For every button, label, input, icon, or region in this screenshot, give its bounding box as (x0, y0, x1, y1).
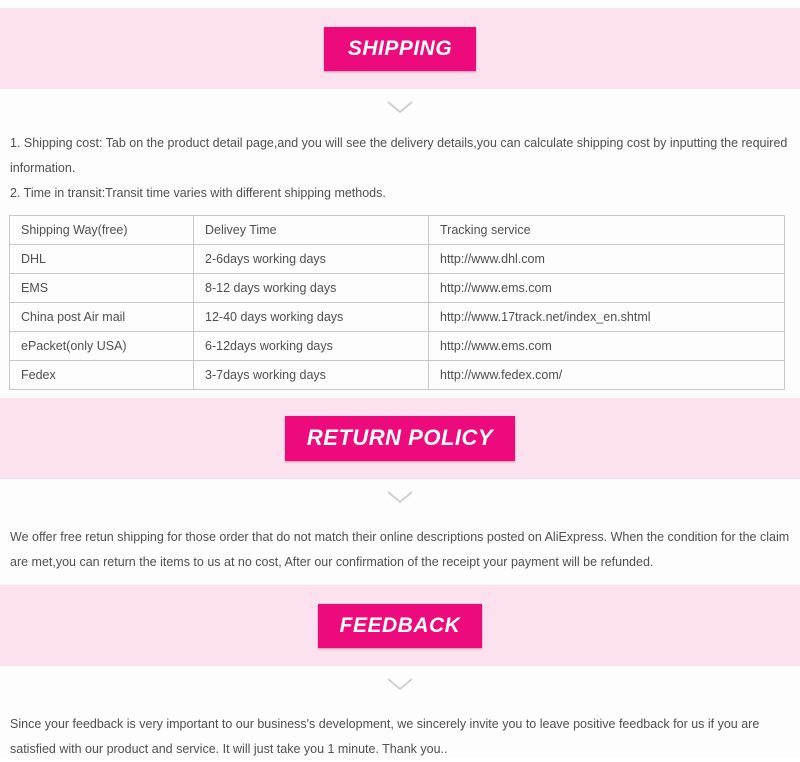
shipping-methods-table: Shipping Way(free) Delivey Time Tracking… (9, 215, 785, 390)
cell-shipping-way: DHL (9, 244, 194, 274)
table-header-row: Shipping Way(free) Delivey Time Tracking… (9, 215, 785, 245)
cell-tracking-link[interactable]: http://www.17track.net/index_en.shtml (428, 302, 785, 332)
table-row: ePacket(only USA) 6-12days working days … (9, 331, 785, 361)
cell-tracking-link[interactable]: http://www.ems.com (428, 331, 785, 361)
column-header-delivery-time: Delivey Time (193, 215, 429, 245)
cell-delivery-time: 3-7days working days (193, 360, 429, 390)
return-policy-paragraph: We offer free retun shipping for those o… (10, 530, 790, 569)
cell-tracking-link[interactable]: http://www.ems.com (428, 273, 785, 303)
cell-shipping-way: China post Air mail (9, 302, 194, 332)
table-row: DHL 2-6days working days http://www.dhl.… (9, 244, 785, 274)
shipping-banner: SHIPPING (0, 8, 800, 89)
cell-delivery-time: 12-40 days working days (193, 302, 429, 332)
cell-delivery-time: 8-12 days working days (193, 273, 429, 303)
table-row: China post Air mail 12-40 days working d… (9, 302, 785, 332)
chevron-down-icon (385, 676, 415, 692)
shipping-text-block: 1. Shipping cost: Tab on the product det… (0, 125, 800, 206)
cell-tracking-link[interactable]: http://www.dhl.com (428, 244, 785, 274)
feedback-banner: FEEDBACK (0, 585, 800, 666)
chevron-down-icon (385, 99, 415, 115)
shipping-badge: SHIPPING (323, 26, 477, 71)
shipping-cost-paragraph: 1. Shipping cost: Tab on the product det… (10, 136, 788, 175)
feedback-paragraph: Since your feedback is very important to… (10, 717, 760, 756)
cell-shipping-way: ePacket(only USA) (9, 331, 194, 361)
cell-delivery-time: 2-6days working days (193, 244, 429, 274)
return-policy-chevron-row (0, 479, 800, 515)
return-policy-text-block: We offer free retun shipping for those o… (0, 515, 800, 575)
cell-delivery-time: 6-12days working days (193, 331, 429, 361)
feedback-text-block: Since your feedback is very important to… (0, 702, 800, 762)
cell-shipping-way: Fedex (9, 360, 194, 390)
shipping-chevron-row (0, 89, 800, 125)
table-row: EMS 8-12 days working days http://www.em… (9, 273, 785, 303)
feedback-chevron-row (0, 666, 800, 702)
promo-info-page: SHIPPING 1. Shipping cost: Tab on the pr… (0, 8, 800, 757)
cell-tracking-link[interactable]: http://www.fedex.com/ (428, 360, 785, 390)
table-row: Fedex 3-7days working days http://www.fe… (9, 360, 785, 390)
column-header-shipping-way: Shipping Way(free) (9, 215, 194, 245)
return-policy-badge: RETURN POLICY (284, 416, 516, 461)
shipping-transit-paragraph: 2. Time in transit:Transit time varies w… (10, 186, 386, 200)
feedback-badge: FEEDBACK (317, 603, 483, 648)
column-header-tracking-service: Tracking service (428, 215, 785, 245)
return-policy-banner: RETURN POLICY (0, 398, 800, 479)
cell-shipping-way: EMS (9, 273, 194, 303)
chevron-down-icon (385, 489, 415, 505)
